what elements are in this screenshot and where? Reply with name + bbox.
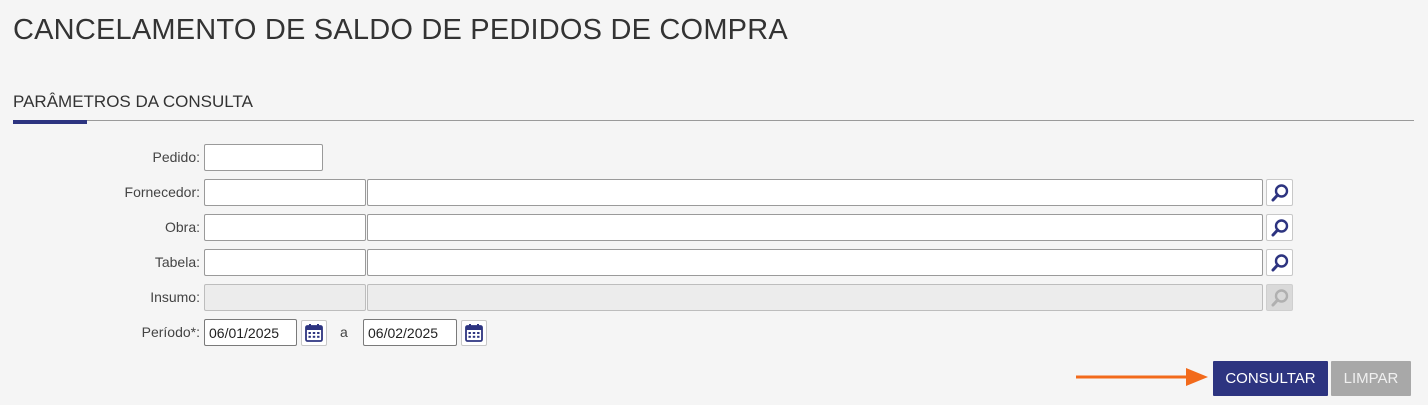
tabela-code-input[interactable] [204,249,366,276]
tabela-search-button[interactable] [1266,249,1293,276]
periodo-end-calendar-button[interactable] [461,320,487,346]
insumo-search-button [1266,284,1293,311]
insumo-code-input [204,284,366,311]
fornecedor-search-button[interactable] [1266,179,1293,206]
obra-search-button[interactable] [1266,214,1293,241]
limpar-button[interactable]: LIMPAR [1331,361,1411,396]
calendar-icon [465,324,483,342]
arrow-right-icon [1076,368,1208,386]
section-divider [13,120,1414,121]
fornecedor-code-input[interactable] [204,179,366,206]
search-icon [1271,253,1288,271]
periodo-label: Período*: [141,324,200,340]
pedido-label: Pedido: [152,149,200,165]
insumo-label: Insumo: [150,289,200,305]
section-title: PARÂMETROS DA CONSULTA [13,92,253,111]
tabela-label: Tabela: [154,254,200,270]
pedido-input[interactable] [204,144,323,171]
fornecedor-name-input[interactable] [367,179,1263,206]
obra-name-input[interactable] [367,214,1263,241]
calendar-icon [305,324,323,342]
page-title: CANCELAMENTO DE SALDO DE PEDIDOS DE COMP… [13,14,788,46]
periodo-separator: a [340,324,348,340]
fornecedor-label: Fornecedor: [124,184,200,200]
search-icon [1271,183,1288,201]
insumo-name-input [367,284,1263,311]
obra-label: Obra: [164,219,200,235]
periodo-start-calendar-button[interactable] [301,320,327,346]
section-divider-accent [13,120,87,124]
obra-code-input[interactable] [204,214,366,241]
periodo-start-input[interactable] [204,319,297,346]
tabela-name-input[interactable] [367,249,1263,276]
search-icon [1271,288,1288,306]
consultar-button[interactable]: CONSULTAR [1213,361,1328,396]
periodo-end-input[interactable] [363,319,457,346]
search-icon [1271,218,1288,236]
